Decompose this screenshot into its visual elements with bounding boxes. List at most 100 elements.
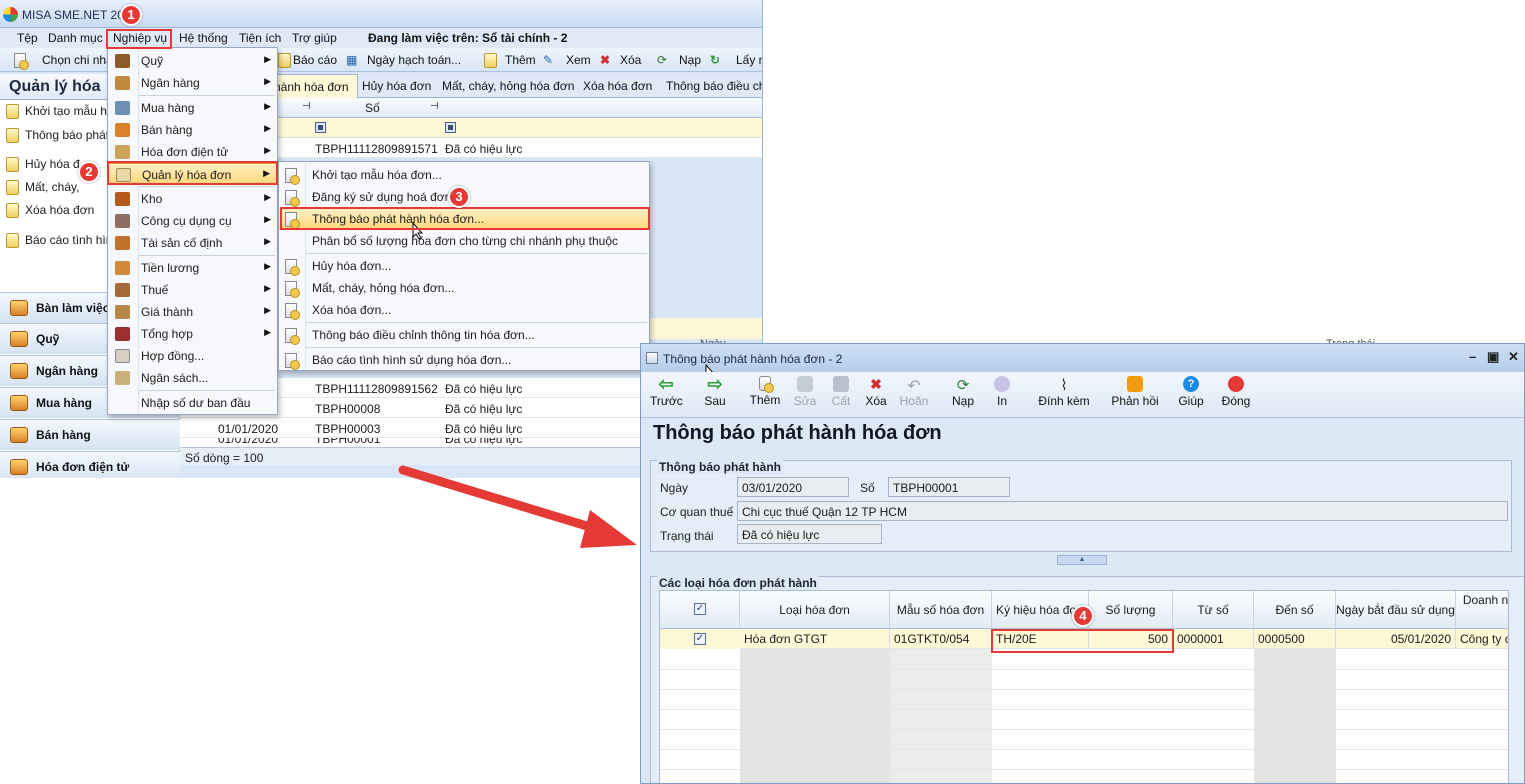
date-field[interactable]: 03/01/2020	[737, 477, 849, 497]
delete-button[interactable]: Xóa	[620, 53, 641, 67]
posting-date-button[interactable]: Ngày hạch toán...	[367, 53, 461, 67]
step-4-badge: 4	[1072, 605, 1094, 627]
left-item-khoi-tao[interactable]: Khởi tạo mẫu hó	[6, 104, 114, 120]
print-button[interactable]: In	[989, 376, 1015, 408]
left-item-thong-bao[interactable]: Thông báo phát	[6, 128, 109, 144]
minimize-icon[interactable]: –	[1469, 349, 1476, 364]
cell-doanh-nghiep[interactable]: Công ty c	[1456, 629, 1508, 649]
cell-loai-hoa-don[interactable]: Hóa đơn GTGT	[740, 629, 890, 649]
maximize-icon[interactable]: ▣	[1487, 349, 1499, 365]
menu-tep[interactable]: Tệp	[17, 31, 38, 45]
tab-huy-hoa-don[interactable]: Hủy hóa đơn	[362, 79, 431, 93]
header-ngay-bat-dau[interactable]: Ngày bắt đầu sử dụng	[1336, 591, 1456, 629]
tab-thong-bao-dieu-chinh[interactable]: Thông báo điều chỉ	[666, 79, 762, 93]
status-field[interactable]: Đã có hiệu lực	[737, 524, 882, 544]
header-doanh-nghiep[interactable]: Doanh n	[1456, 591, 1508, 629]
cell-mau-so[interactable]: 01GTKT0/054	[890, 629, 992, 649]
report-button[interactable]: Báo cáo	[293, 53, 337, 67]
collapse-icon[interactable]: ▲	[1057, 555, 1107, 565]
prev-button[interactable]: ⇦ Trước	[650, 375, 683, 408]
edit-icon	[797, 376, 813, 392]
tab-xoa-hoa-don[interactable]: Xóa hóa đơn	[583, 79, 652, 93]
submenu-huy-hoa-don[interactable]: Hủy hóa đơn...	[279, 255, 649, 277]
edit-button[interactable]: Sửa	[791, 376, 819, 408]
menu-item-mua-hang[interactable]: Mua hàng ▶	[108, 97, 277, 119]
reload-button[interactable]: ⟳ Nạp	[948, 376, 978, 408]
get-button[interactable]: Lấy m	[736, 53, 762, 67]
number-field[interactable]: TBPH00001	[888, 477, 1010, 497]
cell-ngay-bat-dau[interactable]: 05/01/2020	[1336, 629, 1456, 649]
submenu-arrow-icon: ▶	[264, 123, 271, 133]
paperclip-icon: ⌇	[1060, 377, 1068, 394]
left-item-xoa[interactable]: Xóa hóa đơn	[6, 203, 94, 219]
menu-item-hop-dong[interactable]: Hợp đồng...	[108, 345, 277, 367]
attach-button[interactable]: ⌇ Đính kèm	[1036, 376, 1092, 408]
submenu-mat-chay[interactable]: Mất, cháy, hỏng hóa đơn...	[279, 277, 649, 299]
delete-button[interactable]: ✖ Xóa	[861, 376, 891, 408]
menu-item-tong-hop[interactable]: Tổng hợp ▶	[108, 323, 277, 345]
menu-item-tien-luong[interactable]: Tiền lương ▶	[108, 257, 277, 279]
close-icon[interactable]: ✕	[1508, 349, 1519, 365]
header-loai-hoa-don[interactable]: Loại hóa đơn	[740, 591, 890, 629]
add-button[interactable]: Thêm	[505, 53, 536, 67]
header-den-so[interactable]: Đến số	[1254, 591, 1336, 629]
choose-branch-button[interactable]	[14, 53, 29, 71]
document-icon	[6, 128, 19, 144]
nav-hoa-don-dien-tu[interactable]: Hóa đơn điện tử	[0, 451, 180, 478]
filter-status-icon[interactable]	[445, 122, 456, 133]
submenu-khoi-tao-mau[interactable]: Khởi tạo mẫu hóa đơn...	[279, 164, 649, 186]
menu-item-hoa-don-dien-tu[interactable]: Hóa đơn điện tử ▶	[108, 141, 277, 163]
pin-icon[interactable]: ⊣	[302, 101, 311, 112]
menu-item-ban-hang[interactable]: Bán hàng ▶	[108, 119, 277, 141]
menu-item-gia-thanh[interactable]: Giá thành ▶	[108, 301, 277, 323]
menu-item-nhap-so-du[interactable]: Nhập số dư ban đầu	[108, 392, 277, 414]
help-button[interactable]: ? Giúp	[1176, 376, 1206, 408]
warehouse-icon	[115, 192, 130, 206]
menu-item-quy[interactable]: Quỹ ▶	[108, 50, 277, 72]
add-button[interactable]: Thêm	[748, 376, 782, 407]
feedback-button[interactable]: Phản hồi	[1109, 376, 1161, 408]
filter-so-icon[interactable]	[315, 122, 326, 133]
menu-item-kho[interactable]: Kho ▶	[108, 188, 277, 210]
header-mau-so[interactable]: Mẫu số hóa đơn	[890, 591, 992, 629]
group-title: Thông báo phát hành	[657, 460, 783, 474]
submenu-dieu-chinh[interactable]: Thông báo điều chỉnh thông tin hóa đơn..…	[279, 324, 649, 346]
save-button[interactable]: Cất	[827, 376, 855, 408]
reload-button[interactable]: Nạp	[679, 53, 701, 67]
column-so[interactable]: Số	[365, 101, 380, 115]
contract-icon	[115, 349, 130, 363]
left-item-bao-cao[interactable]: Báo cáo tình hìn	[6, 233, 112, 249]
submenu-bao-cao[interactable]: Báo cáo tình hình sử dụng hóa đơn...	[279, 349, 649, 371]
header-tu-so[interactable]: Từ số	[1173, 591, 1254, 629]
menu-tro-giup[interactable]: Trợ giúp	[292, 31, 337, 45]
menu-item-tai-san[interactable]: Tài sản cố định ▶	[108, 232, 277, 254]
left-item-huy[interactable]: Hủy hóa đ	[6, 157, 80, 173]
menu-item-thue[interactable]: Thuế ▶	[108, 279, 277, 301]
tax-office-field[interactable]: Chi cục thuế Quận 12 TP HCM	[737, 501, 1508, 521]
choose-branch-label[interactable]: Chọn chi nhá	[42, 53, 113, 67]
view-button[interactable]: Xem	[566, 53, 591, 67]
menu-separator	[139, 186, 275, 187]
postpone-button[interactable]: ↶ Hoãn	[897, 376, 931, 408]
menu-item-ngan-hang[interactable]: Ngân hàng ▶	[108, 72, 277, 94]
close-button[interactable]: Đóng	[1219, 376, 1253, 408]
checkbox-checked-icon[interactable]: ✓	[694, 603, 706, 615]
menu-danh-muc[interactable]: Danh mục	[48, 31, 103, 45]
next-button[interactable]: ⇨ Sau	[699, 375, 731, 408]
left-item-mat-chay[interactable]: Mất, cháy,	[6, 180, 79, 196]
pin-icon[interactable]: ⊣	[430, 101, 439, 112]
menu-item-cong-cu[interactable]: Công cụ dụng cụ ▶	[108, 210, 277, 232]
tab-mat-chay[interactable]: Mất, cháy, hỏng hóa đơn	[442, 79, 574, 93]
row-checkbox-icon[interactable]: ✓	[694, 633, 706, 645]
cell-tu-so[interactable]: 0000001	[1173, 629, 1254, 649]
menu-item-ngan-sach[interactable]: Ngân sách...	[108, 367, 277, 389]
menu-tien-ich[interactable]: Tiện ích	[239, 31, 281, 45]
cell-den-so[interactable]: 0000500	[1254, 629, 1336, 649]
submenu-xoa-hoa-don[interactable]: Xóa hóa đơn...	[279, 299, 649, 321]
submenu-phan-bo[interactable]: Phân bổ số lượng hóa đơn cho từng chi nh…	[279, 230, 649, 252]
nav-ban-hang[interactable]: Bán hàng	[0, 419, 180, 450]
header-select-all[interactable]: ✓	[660, 591, 740, 629]
header-so-luong[interactable]: Số lượng	[1089, 591, 1173, 629]
tab-thong-bao-phat-hanh[interactable]: hành hóa đơn	[265, 74, 358, 98]
menu-he-thong[interactable]: Hệ thống	[179, 31, 228, 45]
